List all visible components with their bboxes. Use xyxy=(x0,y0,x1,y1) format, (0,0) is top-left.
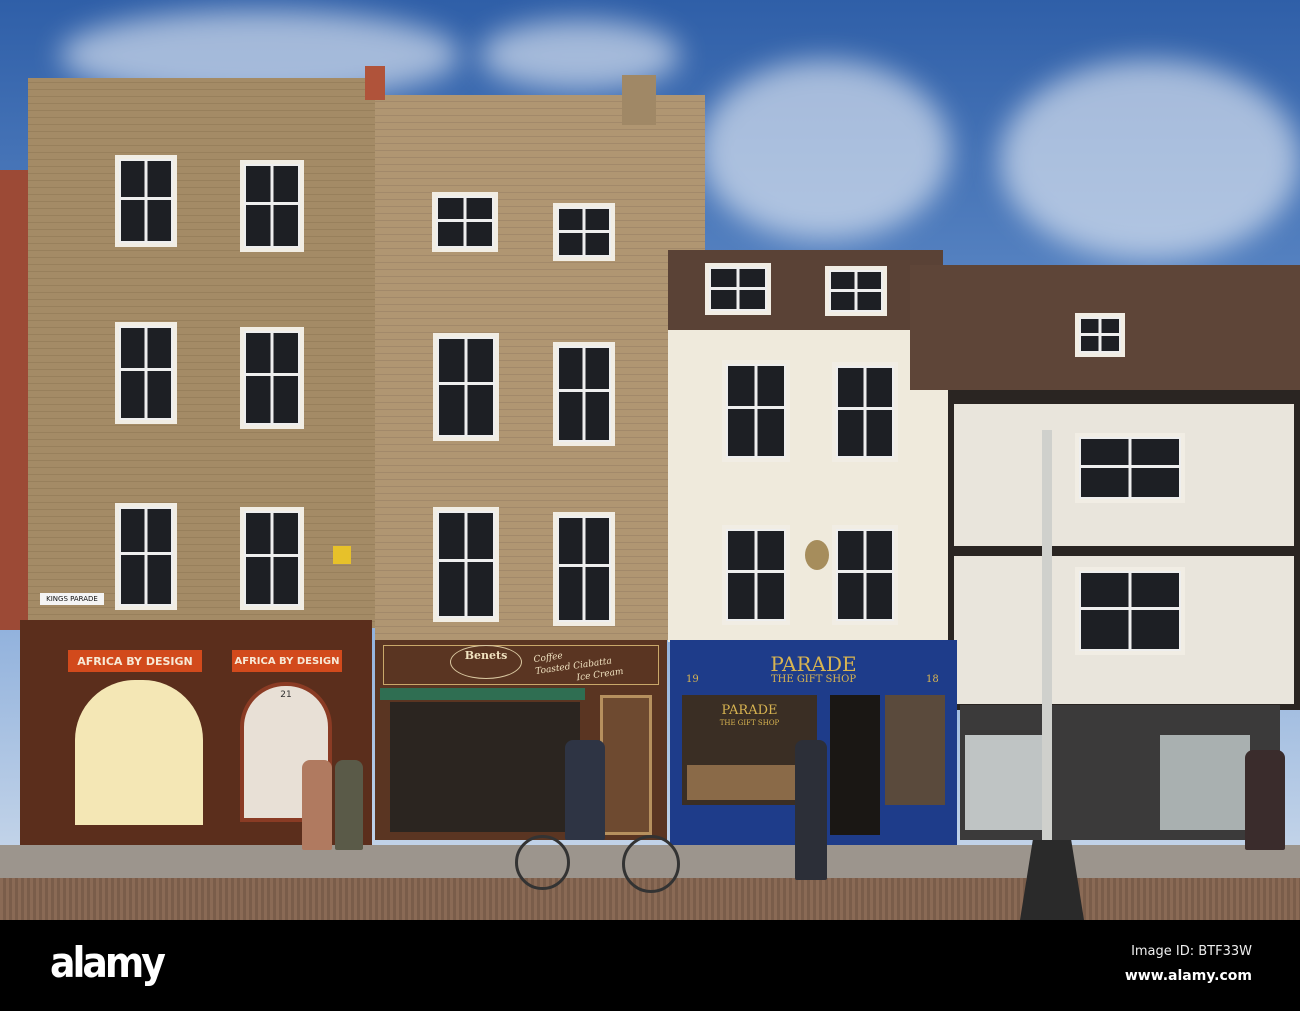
alarm-box xyxy=(333,546,351,564)
pedestrian xyxy=(302,760,332,850)
cloud xyxy=(1000,60,1300,260)
shop-window xyxy=(390,702,580,832)
window xyxy=(240,160,304,252)
window xyxy=(553,342,615,446)
alamy-logo: alamy xyxy=(50,938,166,987)
bicycle-wheel xyxy=(515,835,570,890)
alamy-url: www.alamy.com xyxy=(1124,968,1252,984)
street-name-sign: KINGS PARADE xyxy=(40,593,104,605)
window xyxy=(240,327,304,429)
window xyxy=(1075,567,1185,655)
watermark-bar: alamy Image ID: BTF33W www.alamy.com xyxy=(0,920,1300,1011)
chimney xyxy=(365,66,385,100)
window xyxy=(1075,313,1125,357)
window xyxy=(432,192,498,252)
chimney xyxy=(622,75,656,125)
window xyxy=(433,507,499,622)
pedestrian xyxy=(795,740,827,880)
window xyxy=(115,503,177,610)
cloud xyxy=(700,60,950,240)
lamp-post xyxy=(1042,430,1052,840)
street-number: 19 xyxy=(686,674,699,685)
shop-window xyxy=(885,695,945,805)
cyclist xyxy=(565,740,605,840)
window xyxy=(705,263,771,315)
parade-subtitle: THE GIFT SHOP xyxy=(770,674,857,685)
shop-sign: AFRICA BY DESIGN xyxy=(68,650,202,672)
street-number: 18 xyxy=(926,674,939,685)
brick-building-left xyxy=(28,78,378,628)
window xyxy=(553,203,615,261)
window xyxy=(115,322,177,424)
image-id: Image ID: BTF33W xyxy=(1131,944,1252,959)
shop-door[interactable] xyxy=(830,695,880,835)
shop-window xyxy=(75,680,203,825)
benets-logo: Benets xyxy=(450,645,522,679)
commemorative-plaque xyxy=(805,540,829,570)
awning xyxy=(380,688,585,700)
window xyxy=(832,362,898,462)
window xyxy=(433,333,499,441)
shopfront-benets: Benets Coffee Toasted Ciabatta Ice Cream xyxy=(375,640,667,840)
shopfront-tudor xyxy=(960,705,1280,840)
window xyxy=(553,512,615,626)
window xyxy=(825,266,887,316)
window xyxy=(115,155,177,247)
brick-building-middle xyxy=(375,95,705,640)
window xyxy=(722,525,790,625)
shop-sign: AFRICA BY DESIGN xyxy=(232,650,342,672)
pedestrian xyxy=(1245,750,1285,850)
window xyxy=(832,525,898,625)
window xyxy=(1075,433,1185,503)
window xyxy=(722,360,790,462)
bicycle-wheel xyxy=(622,835,680,893)
pedestrian xyxy=(335,760,363,850)
shop-door[interactable] xyxy=(600,695,652,835)
window xyxy=(240,507,304,610)
parade-sign: PARADE xyxy=(770,652,857,676)
